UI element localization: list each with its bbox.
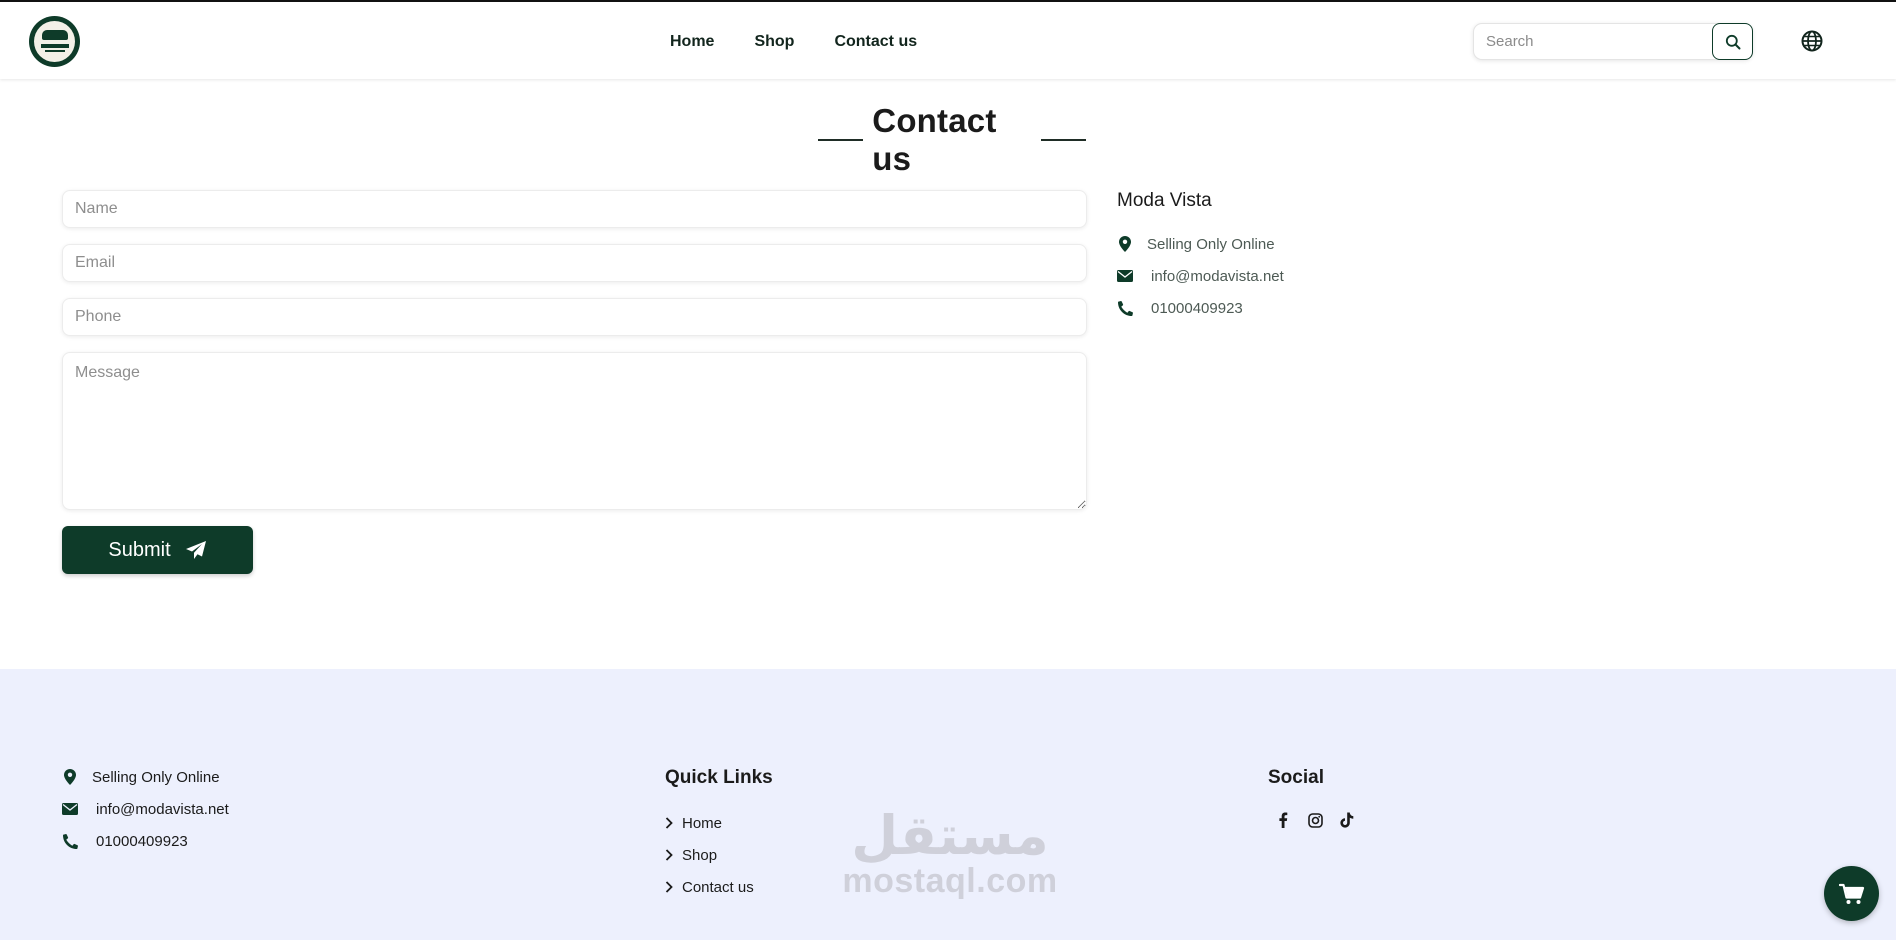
tiktok-icon[interactable] (1338, 811, 1356, 829)
map-pin-icon (1117, 236, 1133, 252)
search-box (1473, 23, 1753, 60)
social-icons (1274, 811, 1356, 829)
company-name: Moda Vista (1117, 190, 1212, 211)
footer-address: Selling Only Online (62, 761, 229, 793)
footer-email-text[interactable]: info@modavista.net (96, 801, 229, 818)
watermark-arabic: مستقل (851, 804, 1049, 867)
info-email: info@modavista.net (1117, 260, 1284, 292)
brand-logo[interactable] (29, 16, 80, 67)
footer-email: info@modavista.net (62, 793, 229, 825)
map-pin-icon (62, 769, 78, 785)
submit-button[interactable]: Submit (62, 526, 253, 574)
site-footer: Selling Only Online info@modavista.net 0… (0, 669, 1896, 940)
footer-link-shop[interactable]: Shop (665, 839, 773, 871)
chevron-right-icon (665, 817, 673, 829)
cart-icon (1838, 883, 1864, 904)
envelope-icon (1117, 268, 1133, 284)
page-title-text: Contact us (872, 102, 997, 177)
footer-quick-links: Quick Links Home Shop Contact us (665, 767, 773, 903)
chevron-right-icon (665, 849, 673, 861)
page-title: Contact us (818, 102, 1086, 177)
nav-shop[interactable]: Shop (754, 32, 794, 52)
phone-icon (62, 833, 78, 849)
search-button[interactable] (1712, 23, 1753, 60)
email-field[interactable] (62, 244, 1087, 282)
info-phone: 01000409923 (1117, 292, 1284, 324)
info-address: Selling Only Online (1117, 228, 1284, 260)
footer-contact: Selling Only Online info@modavista.net 0… (62, 761, 229, 857)
globe-icon[interactable] (1801, 30, 1823, 52)
quick-links-title: Quick Links (665, 767, 773, 788)
search-input[interactable] (1474, 24, 1712, 59)
info-phone-text[interactable]: 01000409923 (1151, 300, 1243, 317)
footer-link-label: Home (682, 814, 723, 832)
quick-links-list: Home Shop Contact us (665, 807, 773, 903)
footer-phone: 01000409923 (62, 825, 229, 857)
nav-home[interactable]: Home (670, 32, 714, 52)
facebook-icon[interactable] (1274, 811, 1292, 829)
footer-phone-text[interactable]: 01000409923 (96, 833, 188, 850)
watermark: مستقل mostaql.com (830, 804, 1070, 900)
floating-cart-button[interactable] (1824, 866, 1879, 921)
phone-icon (1117, 300, 1133, 316)
paper-plane-icon (185, 541, 206, 559)
footer-address-text: Selling Only Online (92, 768, 220, 786)
footer-link-label: Shop (682, 846, 718, 864)
instagram-icon[interactable] (1306, 811, 1324, 829)
info-email-text[interactable]: info@modavista.net (1151, 268, 1284, 285)
chevron-right-icon (665, 881, 673, 893)
footer-social: Social (1268, 767, 1356, 829)
title-line-left (818, 139, 864, 141)
watermark-latin: mostaql.com (842, 862, 1058, 900)
footer-link-label: Contact us (682, 878, 754, 896)
footer-link-contact-us[interactable]: Contact us (665, 871, 773, 903)
search-icon (1725, 34, 1740, 49)
logo-emblem (34, 21, 75, 62)
info-address-text: Selling Only Online (1147, 235, 1275, 253)
title-line-right (1040, 139, 1086, 141)
site-header: Home Shop Contact us (0, 0, 1896, 79)
main-nav: Home Shop Contact us (670, 32, 957, 52)
envelope-icon (62, 801, 78, 817)
company-info: Moda Vista Selling Only Online info@moda… (1117, 190, 1284, 324)
submit-label: Submit (108, 538, 171, 561)
name-field[interactable] (62, 190, 1087, 228)
phone-field[interactable] (62, 298, 1087, 336)
footer-link-home[interactable]: Home (665, 807, 773, 839)
nav-contact-us[interactable]: Contact us (834, 32, 917, 52)
message-field[interactable] (62, 352, 1087, 510)
social-title: Social (1268, 767, 1324, 788)
